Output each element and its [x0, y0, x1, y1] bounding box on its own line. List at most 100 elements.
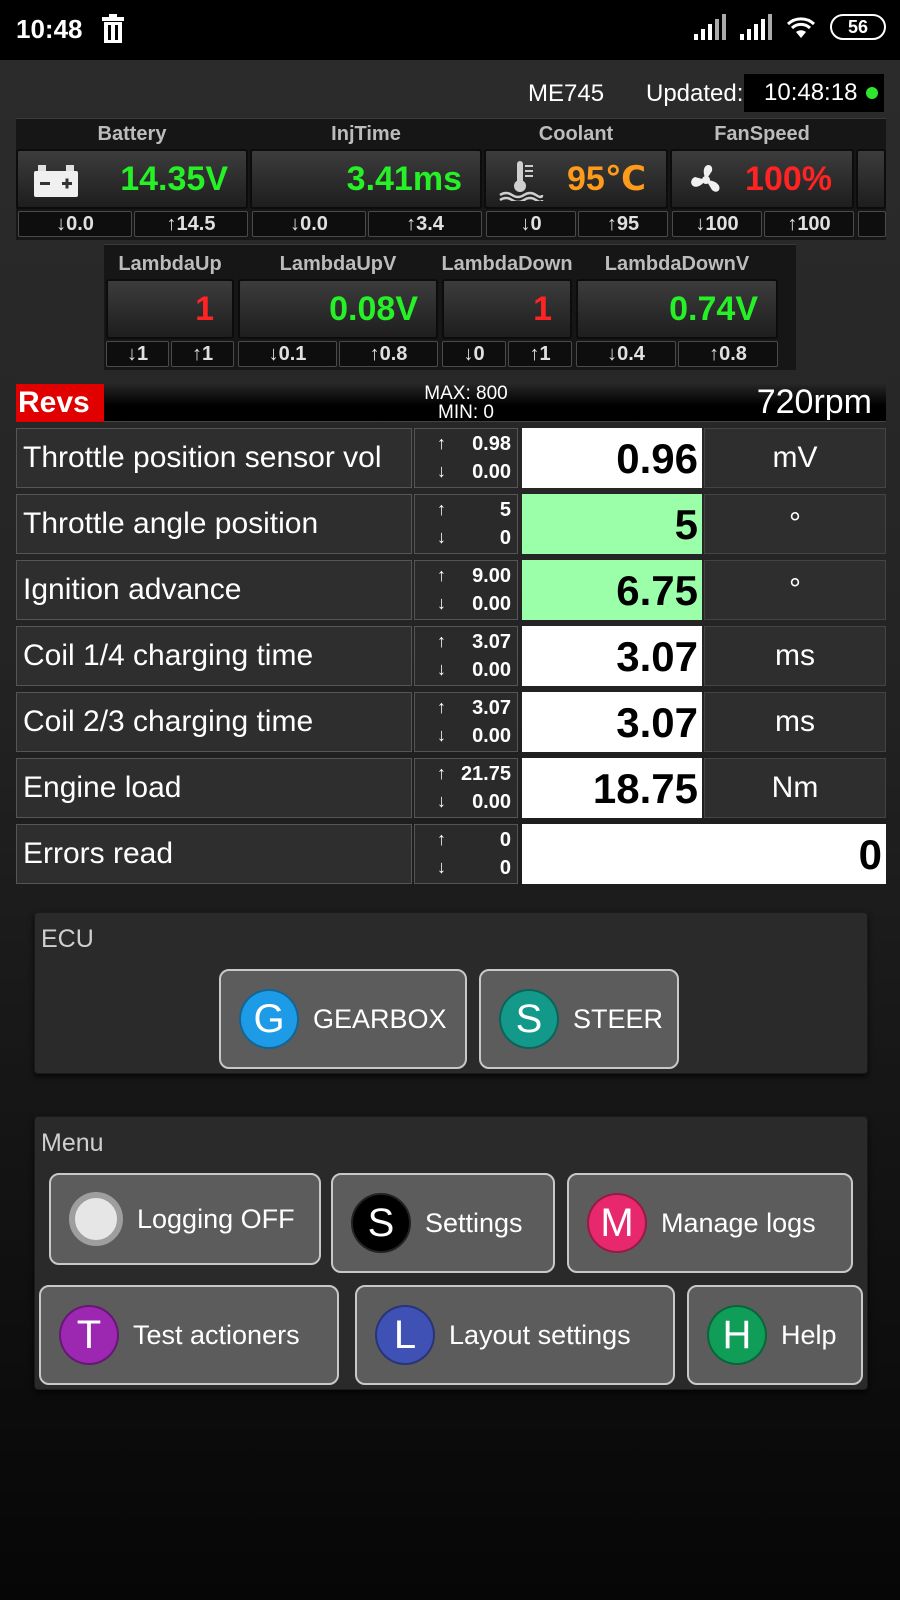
arrow-up-icon: ↑ [437, 763, 446, 783]
param-min: 0.00 [472, 725, 511, 747]
gauge-lambdaup[interactable]: 1 [106, 279, 234, 339]
steer-icon: S [499, 989, 559, 1049]
gauge-title: Coolant [538, 123, 614, 145]
param-value: 5 [522, 494, 702, 554]
gauge-title: FanSpeed [714, 123, 810, 145]
battery-level-icon: 56 [830, 14, 886, 40]
param-value: 0.96 [522, 428, 702, 488]
gauge-title: LambdaDown [441, 253, 573, 275]
wifi-icon [786, 17, 816, 38]
arrow-down-icon: ↓ [437, 857, 446, 877]
param-row[interactable]: Ignition advance ↑ 9.00 ↓ 0.00 6.75 ° [16, 560, 886, 620]
param-unit: ° [704, 560, 886, 620]
button-label: STEER [573, 1003, 664, 1034]
gauge-min: ↓ 0 [486, 211, 576, 237]
gauge-value: 1 [195, 289, 214, 328]
arrow-up-icon: ↑ [437, 433, 446, 453]
gauge-min: ↓ 100 [672, 211, 762, 237]
test-actioners-button[interactable]: T Test actioners [39, 1285, 339, 1385]
gearbox-button[interactable]: G GEARBOX [219, 969, 467, 1069]
gauge-max: ↑ 14.5 [134, 211, 248, 237]
param-name: Errors read [16, 824, 412, 884]
gauge-min-value: 0 [530, 212, 542, 235]
coolant-temperature-icon [499, 161, 544, 201]
arrow-up-icon: ↑ [437, 565, 446, 585]
gauge-min-value: 1 [136, 342, 149, 365]
param-name: Ignition advance [16, 560, 412, 620]
param-row[interactable]: Coil 2/3 charging time ↑ 3.07 ↓ 0.00 3.07 … [16, 692, 886, 752]
gauge-min: ↓ 0.1 [238, 341, 337, 367]
arrow-down-icon: ↓ [437, 725, 446, 745]
param-min: 0 [499, 527, 511, 549]
param-min: 0.00 [472, 659, 511, 681]
gauge-max: ↑ 1 [508, 341, 572, 367]
layout-settings-button[interactable]: L Layout settings [355, 1285, 675, 1385]
signal-icon-2 [740, 14, 772, 40]
param-row[interactable]: Throttle position sensor vol ↑ 0.98 ↓ 0.00… [16, 428, 886, 488]
button-label: Logging OFF [137, 1203, 295, 1234]
button-label: GEARBOX [313, 1003, 447, 1034]
gauge-min-value: 0.1 [278, 342, 307, 365]
gauge-lambdadownv[interactable]: 0.74V [576, 279, 778, 339]
gauge-max-value: 1 [201, 342, 214, 365]
revs-bar[interactable]: Revs MAX: 800 MIN: 0 720rpm [16, 382, 886, 422]
gauge-min: ↓ 0.0 [18, 211, 132, 237]
help-button[interactable]: H Help [687, 1285, 863, 1385]
ecu-panel: ECU G GEARBOX S STEER [34, 912, 868, 1074]
param-max: 21.75 [460, 763, 511, 785]
manage-logs-icon: M [587, 1193, 647, 1253]
gauge-injtime[interactable]: 3.41ms [250, 149, 482, 209]
gauge-value: 1 [533, 289, 552, 328]
updated-time: 10:48:18 [764, 79, 858, 106]
param-row[interactable]: Coil 1/4 charging time ↑ 3.07 ↓ 0.00 3.07 … [16, 626, 886, 686]
gauge-min-value: 100 [705, 212, 739, 235]
gearbox-icon: G [239, 989, 299, 1049]
gauge-battery[interactable]: 14.35V [16, 149, 248, 209]
revs-label: Revs [16, 384, 104, 422]
gauge-fanspeed[interactable]: 100% [670, 149, 854, 209]
arrow-down-icon: ↓ [437, 527, 446, 547]
gauge-lambdaupv[interactable]: 0.08V [238, 279, 438, 339]
settings-button[interactable]: S Settings [331, 1173, 555, 1273]
param-minmax: ↑ 3.07 ↓ 0.00 [414, 692, 518, 752]
gauge-max-value: 95 [616, 212, 640, 235]
test-actioners-icon: T [59, 1305, 119, 1365]
connection-status-dot [866, 87, 878, 99]
arrow-up-icon: ↑ [437, 631, 446, 651]
battery-icon [34, 165, 78, 197]
gauge-min: ↓ 0.0 [252, 211, 366, 237]
param-min: 0.00 [472, 461, 511, 483]
gauge-value: 3.41ms [346, 159, 462, 198]
param-name: Engine load [16, 758, 412, 818]
gauge-lambdadown[interactable]: 1 [442, 279, 572, 339]
param-unit: ° [704, 494, 886, 554]
gauge-coolant[interactable]: 95℃ [484, 149, 668, 209]
param-row[interactable]: Errors read ↑ 0 ↓ 0 0 [16, 824, 886, 884]
gauge-max-value: 100 [797, 212, 831, 235]
gauge-min-value: 0.0 [300, 212, 328, 235]
arrow-down-icon: ↓ [437, 791, 446, 811]
signal-icon [694, 14, 726, 40]
gauge-title: Battery [97, 123, 167, 145]
gauge-value: 95℃ [567, 160, 646, 198]
param-row[interactable]: Throttle angle position ↑ 5 ↓ 0 5 ° [16, 494, 886, 554]
param-min: 0.00 [472, 791, 511, 813]
status-bar: 10:48 56 [0, 0, 900, 60]
settings-icon: S [351, 1193, 411, 1253]
layout-settings-icon: L [375, 1305, 435, 1365]
manage-logs-button[interactable]: M Manage logs [567, 1173, 853, 1273]
button-label: Manage logs [661, 1207, 816, 1238]
param-name: Throttle angle position [16, 494, 412, 554]
param-name: Coil 1/4 charging time [16, 626, 412, 686]
param-min: 0 [499, 857, 511, 879]
status-time: 10:48 [16, 14, 83, 44]
param-value: 0 [522, 824, 886, 884]
param-unit: ms [704, 626, 886, 686]
gauges-row-2: LambdaUp 1 ↓ 1 ↑ 1 LambdaUpV 0.08V ↓ 0.1 ↑ 0… [104, 244, 796, 370]
gauges-row-1: Battery 14.35V ↓ 0.0 ↑ 14.5 InjTime 3.41ms… [16, 118, 886, 240]
arrow-down-icon: ↓ [437, 659, 446, 679]
param-row[interactable]: Engine load ↑ 21.75 ↓ 0.00 18.75 Nm [16, 758, 886, 818]
steer-button[interactable]: S STEER [479, 969, 679, 1069]
logging-toggle-button[interactable]: Logging OFF [49, 1173, 321, 1265]
help-icon: H [707, 1305, 767, 1365]
